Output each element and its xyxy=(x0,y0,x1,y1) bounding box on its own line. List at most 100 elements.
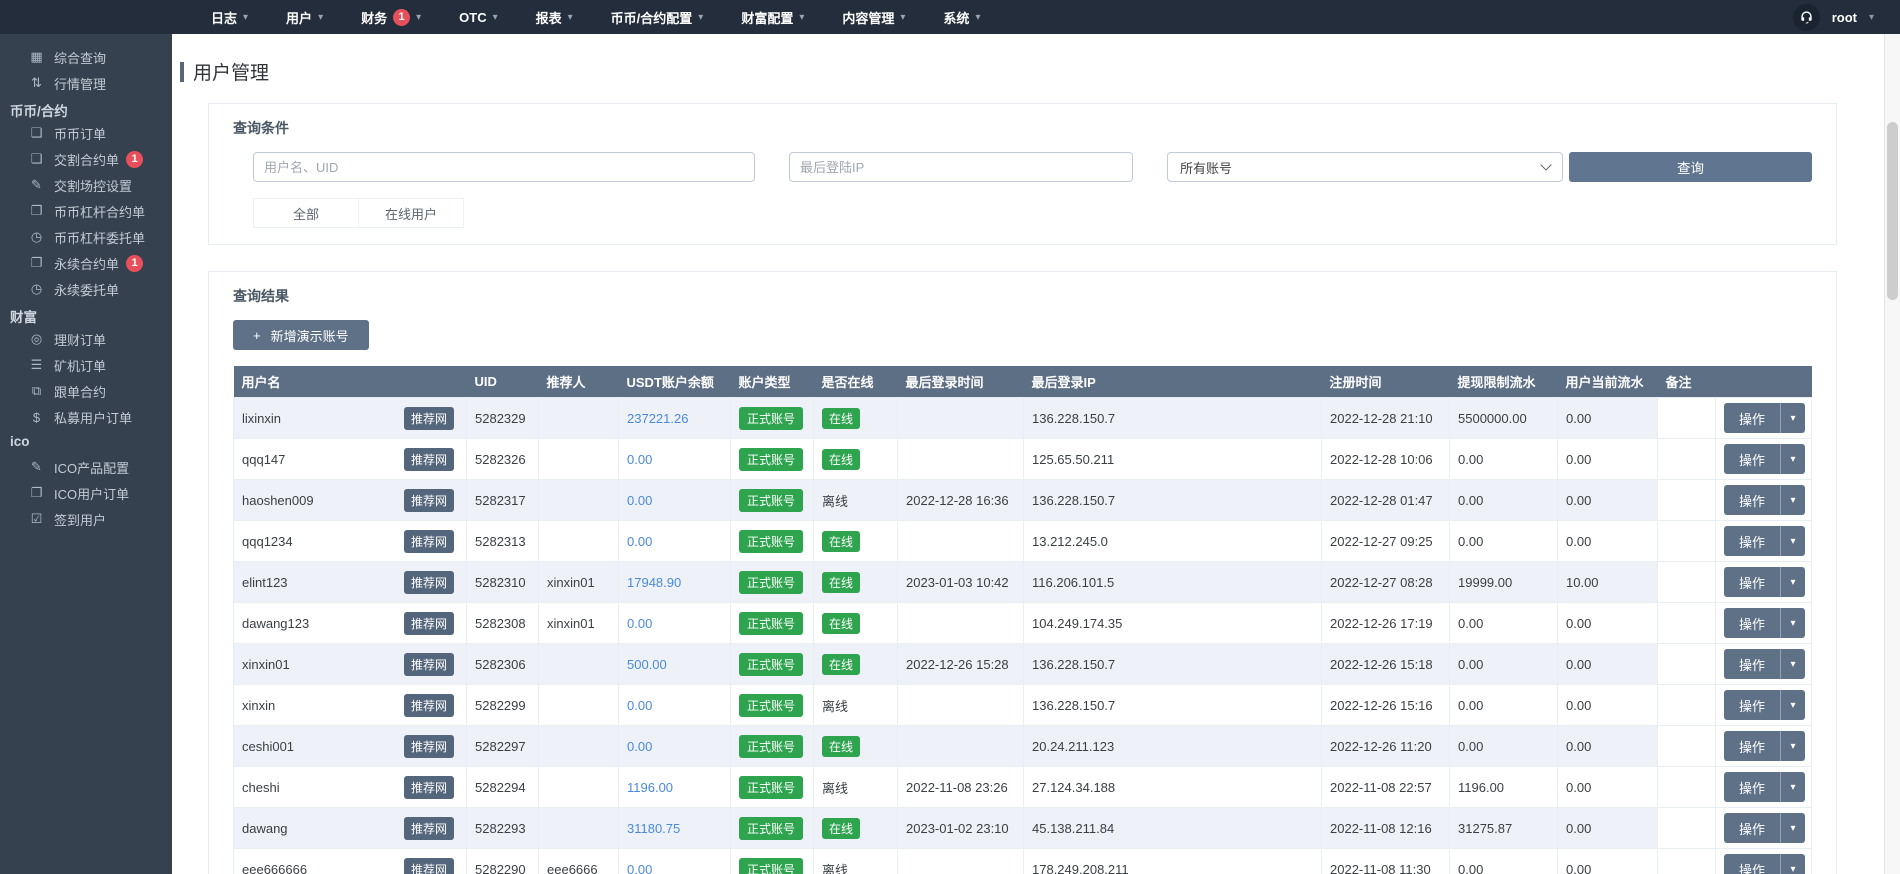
balance-link[interactable]: 0.00 xyxy=(627,698,652,713)
nav-item-0[interactable]: 日志▾ xyxy=(192,0,267,34)
action-dropdown-toggle[interactable]: ▾ xyxy=(1780,567,1805,597)
action-dropdown-toggle[interactable]: ▾ xyxy=(1780,731,1805,761)
balance-link[interactable]: 500.00 xyxy=(627,657,667,672)
sidebar-item-18[interactable]: ☑签到用户 xyxy=(0,506,172,532)
action-button-label[interactable]: 操作 xyxy=(1724,403,1780,433)
sidebar-item-4[interactable]: ❏交割合约单1 xyxy=(0,146,172,172)
sidebar-item-1[interactable]: ⇅行情管理 xyxy=(0,70,172,96)
referral-network-button[interactable]: 推荐网 xyxy=(404,653,454,676)
username-uid-input[interactable] xyxy=(253,152,755,182)
nav-item-1[interactable]: 用户▾ xyxy=(267,0,342,34)
search-button[interactable]: 查询 xyxy=(1569,152,1812,182)
balance-link[interactable]: 0.00 xyxy=(627,493,652,508)
action-button-label[interactable]: 操作 xyxy=(1724,485,1780,515)
action-button-label[interactable]: 操作 xyxy=(1724,731,1780,761)
balance-link[interactable]: 31180.75 xyxy=(627,821,680,836)
nav-item-8[interactable]: 系统▾ xyxy=(924,0,999,34)
action-dropdown-toggle[interactable]: ▾ xyxy=(1780,690,1805,720)
action-button[interactable]: 操作▾ xyxy=(1724,731,1805,761)
sidebar-item-7[interactable]: ◷币币杠杆委托单 xyxy=(0,224,172,250)
action-button-label[interactable]: 操作 xyxy=(1724,813,1780,843)
referral-network-button[interactable]: 推荐网 xyxy=(404,735,454,758)
action-button[interactable]: 操作▾ xyxy=(1724,854,1805,874)
results-panel-title: 查询结果 xyxy=(233,286,1812,306)
action-button[interactable]: 操作▾ xyxy=(1724,403,1805,433)
action-button[interactable]: 操作▾ xyxy=(1724,526,1805,556)
balance-link[interactable]: 0.00 xyxy=(627,862,652,874)
action-dropdown-toggle[interactable]: ▾ xyxy=(1780,403,1805,433)
action-button-label[interactable]: 操作 xyxy=(1724,567,1780,597)
add-demo-account-button[interactable]: + 新增演示账号 xyxy=(233,320,369,350)
action-dropdown-toggle[interactable]: ▾ xyxy=(1780,485,1805,515)
action-dropdown-toggle[interactable]: ▾ xyxy=(1780,608,1805,638)
sidebar-item-5[interactable]: ✎交割场控设置 xyxy=(0,172,172,198)
referral-network-button[interactable]: 推荐网 xyxy=(404,694,454,717)
referral-network-button[interactable]: 推荐网 xyxy=(404,407,454,430)
action-dropdown-toggle[interactable]: ▾ xyxy=(1780,526,1805,556)
tab-all[interactable]: 全部 xyxy=(253,198,359,228)
column-header-1: UID xyxy=(467,366,539,398)
sidebar-item-17[interactable]: ❐ICO用户订单 xyxy=(0,480,172,506)
sidebar-item-13[interactable]: ⧉跟单合约 xyxy=(0,378,172,404)
balance-link[interactable]: 0.00 xyxy=(627,739,652,754)
nav-item-4[interactable]: 报表▾ xyxy=(517,0,592,34)
action-button-label[interactable]: 操作 xyxy=(1724,649,1780,679)
action-button[interactable]: 操作▾ xyxy=(1724,485,1805,515)
action-button[interactable]: 操作▾ xyxy=(1724,444,1805,474)
action-button[interactable]: 操作▾ xyxy=(1724,649,1805,679)
nav-item-7[interactable]: 内容管理▾ xyxy=(823,0,924,34)
scrollbar-thumb[interactable] xyxy=(1887,122,1898,300)
action-button[interactable]: 操作▾ xyxy=(1724,690,1805,720)
nav-item-3[interactable]: OTC▾ xyxy=(440,0,516,34)
balance-link[interactable]: 0.00 xyxy=(627,616,652,631)
sidebar-item-16[interactable]: ✎ICO产品配置 xyxy=(0,454,172,480)
account-type-select[interactable]: 所有账号 xyxy=(1167,152,1563,182)
referral-network-button[interactable]: 推荐网 xyxy=(404,776,454,799)
referral-network-button[interactable]: 推荐网 xyxy=(404,571,454,594)
action-button[interactable]: 操作▾ xyxy=(1724,772,1805,802)
sidebar-item-9[interactable]: ◷永续委托单 xyxy=(0,276,172,302)
balance-link[interactable]: 17948.90 xyxy=(627,575,681,590)
action-button[interactable]: 操作▾ xyxy=(1724,567,1805,597)
action-button-label[interactable]: 操作 xyxy=(1724,608,1780,638)
current-user[interactable]: root xyxy=(1832,10,1857,25)
signin-user-icon: ☑ xyxy=(28,511,45,527)
balance-link[interactable]: 0.00 xyxy=(627,534,652,549)
action-button[interactable]: 操作▾ xyxy=(1724,813,1805,843)
action-button[interactable]: 操作▾ xyxy=(1724,608,1805,638)
support-button[interactable] xyxy=(1793,4,1820,31)
sidebar-item-8[interactable]: ❐永续合约单1 xyxy=(0,250,172,276)
referral-network-button[interactable]: 推荐网 xyxy=(404,817,454,840)
referral-network-button[interactable]: 推荐网 xyxy=(404,448,454,471)
balance-link[interactable]: 237221.26 xyxy=(627,411,688,426)
action-button-label[interactable]: 操作 xyxy=(1724,772,1780,802)
referral-network-button[interactable]: 推荐网 xyxy=(404,858,454,874)
action-dropdown-toggle[interactable]: ▾ xyxy=(1780,813,1805,843)
tab-online-users[interactable]: 在线用户 xyxy=(358,198,464,228)
action-button-label[interactable]: 操作 xyxy=(1724,854,1780,874)
sidebar-item-12[interactable]: ☰矿机订单 xyxy=(0,352,172,378)
action-dropdown-toggle[interactable]: ▾ xyxy=(1780,649,1805,679)
sidebar-item-6[interactable]: ❐币币杠杆合约单 xyxy=(0,198,172,224)
referral-network-button[interactable]: 推荐网 xyxy=(404,489,454,512)
balance-link[interactable]: 0.00 xyxy=(627,452,652,467)
nav-item-6[interactable]: 财富配置▾ xyxy=(722,0,823,34)
table-row: dawang123推荐网5282308xinxin010.00正式账号在线104… xyxy=(234,603,1812,644)
action-button-label[interactable]: 操作 xyxy=(1724,526,1780,556)
balance-link[interactable]: 1196.00 xyxy=(627,780,673,795)
action-button-label[interactable]: 操作 xyxy=(1724,690,1780,720)
nav-item-5[interactable]: 币币/合约配置▾ xyxy=(592,0,723,34)
sidebar-item-14[interactable]: $私募用户订单 xyxy=(0,404,172,430)
nav-item-2[interactable]: 财务1▾ xyxy=(342,0,440,34)
sidebar-item-3[interactable]: ❏币币订单 xyxy=(0,120,172,146)
referral-network-button[interactable]: 推荐网 xyxy=(404,612,454,635)
action-dropdown-toggle[interactable]: ▾ xyxy=(1780,854,1805,874)
last-login-ip-input[interactable] xyxy=(789,152,1133,182)
action-dropdown-toggle[interactable]: ▾ xyxy=(1780,772,1805,802)
sidebar-item-0[interactable]: ▦综合查询 xyxy=(0,44,172,70)
referral-network-button[interactable]: 推荐网 xyxy=(404,530,454,553)
cell-referrer xyxy=(539,480,619,521)
action-dropdown-toggle[interactable]: ▾ xyxy=(1780,444,1805,474)
sidebar-item-11[interactable]: ◎理财订单 xyxy=(0,326,172,352)
action-button-label[interactable]: 操作 xyxy=(1724,444,1780,474)
